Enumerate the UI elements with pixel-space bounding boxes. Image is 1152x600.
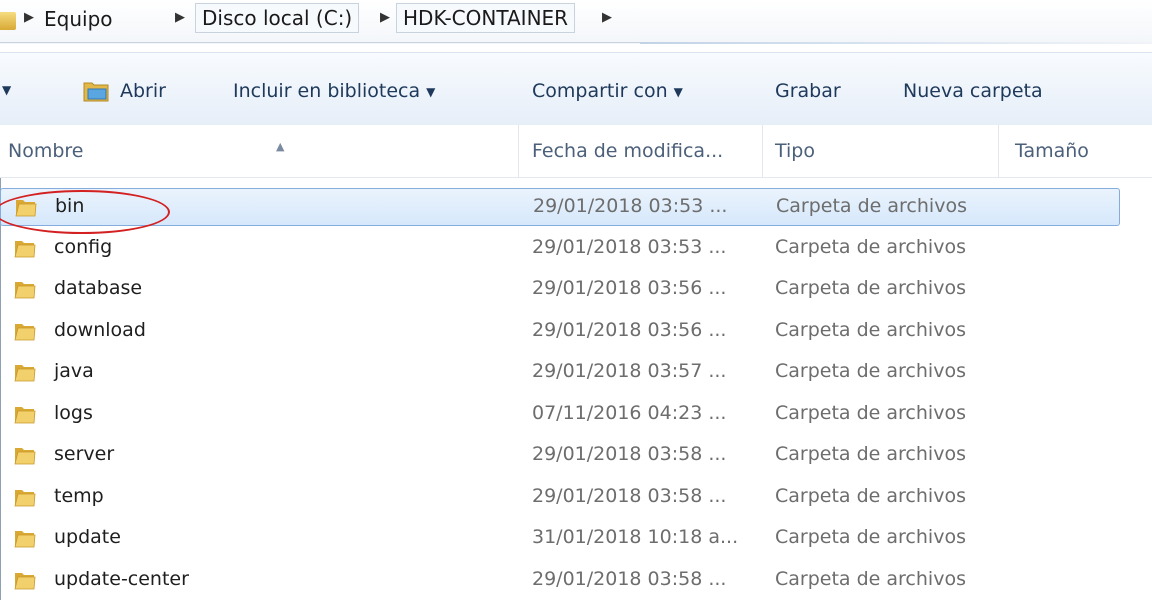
command-toolbar: ▼ Abrir Incluir en biblioteca ▼ Compartir… [0,52,1152,126]
organize-dropdown-icon[interactable]: ▼ [2,83,11,97]
file-type: Carpeta de archivos [775,484,966,507]
column-header-type[interactable]: Tipo [775,140,815,162]
file-date-modified: 07/11/2016 04:23 ... [532,401,727,424]
column-header-date[interactable]: Fecha de modifica... [532,140,723,162]
file-name[interactable]: database [54,277,142,299]
file-name[interactable]: config [54,236,112,258]
folder-icon [14,489,36,506]
file-date-modified: 29/01/2018 03:58 ... [532,567,727,590]
file-name[interactable]: server [54,443,114,465]
chevron-down-icon: ▼ [426,84,436,99]
breadcrumb-separator-icon[interactable]: ▶ [602,10,612,25]
column-divider[interactable] [998,125,999,177]
file-type: Carpeta de archivos [775,526,966,548]
breadcrumb-item-disco-local[interactable]: Disco local (C:) [195,3,360,33]
breadcrumb[interactable]: ▶ Equipo ▶ Disco local (C:) ▶ HDK-CONTAI… [0,0,640,43]
breadcrumb-item-equipo[interactable]: Equipo [40,5,117,33]
address-bar-edge [640,42,1152,44]
table-row[interactable]: update 31/01/2018 10:18 a... Carpeta de ar… [0,520,1120,556]
share-with-label: Compartir con [532,80,668,102]
table-row[interactable]: download 29/01/2018 03:56 ... Carpeta de a… [0,313,1120,349]
column-header-size[interactable]: Tamaño [1015,140,1089,162]
breadcrumb-separator-icon[interactable]: ▶ [24,10,34,25]
file-type: Carpeta de archivos [775,277,966,299]
burn-button[interactable]: Grabar [775,80,841,102]
include-in-library-button[interactable]: Incluir en biblioteca ▼ [233,80,435,102]
folder-icon [14,448,36,465]
file-date-modified: 31/01/2018 10:18 a... [532,526,739,548]
file-date-modified: 29/01/2018 03:56 ... [532,318,727,341]
file-date-modified: 29/01/2018 03:58 ... [532,484,727,507]
file-type: Carpeta de archivos [775,235,966,258]
file-name[interactable]: download [54,319,146,341]
file-date-modified: 29/01/2018 03:56 ... [532,277,727,299]
chevron-down-icon: ▼ [673,84,683,99]
breadcrumb-separator-icon[interactable]: ▶ [175,10,185,25]
table-row[interactable]: config 29/01/2018 03:53 ... Carpeta de arc… [0,230,1120,266]
folder-icon [14,323,36,340]
folder-icon [14,282,36,299]
file-name[interactable]: temp [54,485,104,507]
file-name[interactable]: update [54,526,121,548]
file-date-modified: 29/01/2018 03:58 ... [532,443,727,465]
file-date-modified: 29/01/2018 03:53 ... [532,235,727,258]
folder-icon [14,240,36,257]
sort-ascending-icon: ▲ [276,140,285,153]
file-type: Carpeta de archivos [775,401,966,424]
column-header-row: Nombre Fecha de modifica... Tipo Tamaño [0,125,1152,178]
share-with-button[interactable]: Compartir con ▼ [532,80,683,102]
file-type: Carpeta de archivos [775,443,966,465]
file-type: Carpeta de archivos [775,360,966,382]
new-folder-button[interactable]: Nueva carpeta [903,80,1043,102]
table-row[interactable]: temp 29/01/2018 03:58 ... Carpeta de archi… [0,479,1120,515]
folder-icon [14,531,36,548]
table-row[interactable]: server 29/01/2018 03:58 ... Carpeta de arc… [0,437,1120,473]
table-row[interactable]: java 29/01/2018 03:57 ... Carpeta de archi… [0,354,1120,390]
file-date-modified: 29/01/2018 03:57 ... [532,360,727,382]
column-divider[interactable] [518,125,519,177]
folder-icon [14,365,36,382]
file-name[interactable]: java [54,360,94,382]
red-annotation-circle [0,190,170,234]
file-type: Carpeta de archivos [775,567,966,590]
column-header-name[interactable]: Nombre [8,140,84,162]
file-date-modified: 29/01/2018 03:53 ... [533,195,728,217]
open-folder-icon[interactable] [82,77,112,103]
table-row[interactable]: logs 07/11/2016 04:23 ... Carpeta de archi… [0,396,1120,432]
file-type: Carpeta de archivos [776,195,967,217]
table-row[interactable]: update-center 29/01/2018 03:58 ... Carpeta… [0,562,1120,598]
breadcrumb-item-hdk-container[interactable]: HDK-CONTAINER [396,3,576,33]
file-type: Carpeta de archivos [775,318,966,341]
include-in-library-label: Incluir en biblioteca [233,80,421,102]
file-name[interactable]: update-center [54,568,189,590]
folder-icon [0,12,16,30]
file-name[interactable]: logs [54,402,93,424]
folder-icon [14,572,36,589]
table-row[interactable]: database 29/01/2018 03:56 ... Carpeta de a… [0,271,1120,307]
column-divider[interactable] [762,125,763,177]
open-button[interactable]: Abrir [120,80,166,102]
address-bar[interactable]: ▶ Equipo ▶ Disco local (C:) ▶ HDK-CONTAI… [0,0,1152,44]
folder-icon [14,406,36,423]
breadcrumb-separator-icon[interactable]: ▶ [380,10,390,25]
